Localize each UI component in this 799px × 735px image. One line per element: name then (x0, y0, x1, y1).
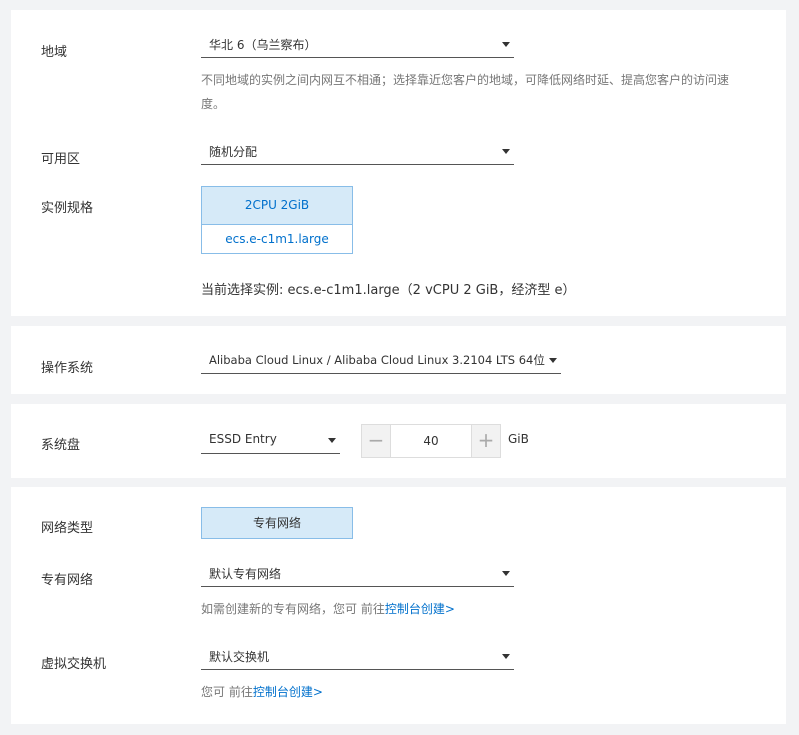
vswitch-hint: 您可 前往控制台创建> (201, 685, 323, 699)
vpc-console-create-link[interactable]: 控制台创建> (385, 602, 455, 616)
chevron-down-icon (502, 571, 510, 576)
os-label: 操作系统 (41, 361, 94, 376)
current-spec-text: 当前选择实例: ecs.e-c1m1.large（2 vCPU 2 GiB，经济… (201, 283, 576, 298)
plus-icon[interactable]: + (471, 425, 500, 457)
disk-size-input[interactable]: 40 (391, 425, 471, 457)
disk-size-stepper[interactable]: − 40 + (361, 424, 501, 458)
region-select-value: 华北 6（乌兰察布） (209, 38, 317, 52)
zone-select[interactable]: 随机分配 (201, 138, 514, 165)
region-label: 地域 (41, 45, 68, 60)
network-type-vpc-option[interactable]: 专有网络 (201, 507, 353, 539)
vpc-select-value: 默认专有网络 (209, 567, 282, 581)
spec-card-type: ecs.e-c1m1.large (225, 232, 329, 246)
vswitch-label: 虚拟交换机 (41, 657, 107, 672)
spec-card-title: 2CPU 2GiB (202, 187, 352, 225)
os-select-value: Alibaba Cloud Linux / Alibaba Cloud Linu… (209, 353, 545, 367)
disk-label: 系统盘 (41, 438, 81, 453)
region-select[interactable]: 华北 6（乌兰察布） (201, 31, 514, 58)
disk-unit: GiB (508, 432, 529, 446)
network-type-label: 网络类型 (41, 521, 94, 536)
disk-type-value: ESSD Entry (209, 432, 277, 446)
minus-icon[interactable]: − (362, 425, 391, 457)
vpc-select[interactable]: 默认专有网络 (201, 560, 514, 587)
zone-select-value: 随机分配 (209, 145, 258, 159)
vpc-hint: 如需创建新的专有网络，您可 前往控制台创建> (201, 602, 455, 616)
zone-label: 可用区 (41, 152, 81, 167)
chevron-down-icon (549, 358, 557, 363)
vswitch-select[interactable]: 默认交换机 (201, 643, 514, 670)
chevron-down-icon (502, 149, 510, 154)
vswitch-select-value: 默认交换机 (209, 650, 270, 664)
chevron-down-icon (328, 438, 336, 443)
os-select[interactable]: Alibaba Cloud Linux / Alibaba Cloud Linu… (201, 347, 561, 374)
spec-card[interactable]: 2CPU 2GiB ecs.e-c1m1.large (201, 186, 353, 254)
chevron-down-icon (502, 42, 510, 47)
disk-type-select[interactable]: ESSD Entry (201, 427, 340, 454)
chevron-down-icon (502, 654, 510, 659)
vswitch-console-create-link[interactable]: 控制台创建> (253, 685, 323, 699)
vpc-label: 专有网络 (41, 573, 94, 588)
region-hint: 不同地域的实例之间内网互不相通；选择靠近您客户的地域，可降低网络时延、提高您客户… (201, 73, 730, 111)
spec-label: 实例规格 (41, 201, 94, 216)
